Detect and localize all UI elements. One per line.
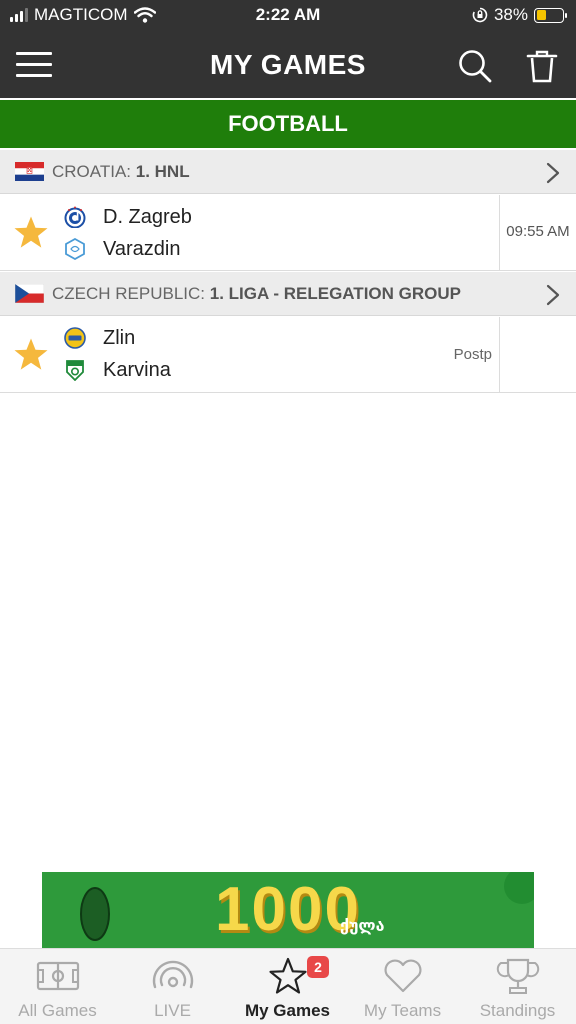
away-team: Varazdin [64, 236, 180, 262]
karvina-logo-icon [66, 360, 84, 381]
match-status: Postp [453, 346, 492, 363]
live-broadcast-icon [152, 960, 194, 989]
status-bar: MAGTICOM 2:22 AM 38% [0, 0, 576, 32]
match-row[interactable]: Zlin Karvina Postp [0, 317, 576, 393]
ad-banner[interactable]: 1000 ქულა [42, 872, 534, 948]
ad-subtitle: ქულა [340, 918, 385, 935]
league-name: 1. LIGA - RELEGATION GROUP [209, 284, 461, 303]
ad-amount: 1000 [215, 875, 361, 944]
match-row[interactable]: D. Zagreb Varazdin 09:55 AM [0, 195, 576, 271]
tab-label: My Games [244, 1001, 331, 1020]
app-header: MY GAMES [0, 32, 576, 98]
league-header-czech-republic[interactable]: CZECH REPUBLIC: 1. LIGA - RELEGATION GRO… [0, 272, 576, 316]
star-icon [269, 957, 307, 994]
league-title: CZECH REPUBLIC: 1. LIGA - RELEGATION GRO… [52, 284, 461, 304]
top-bar: MAGTICOM 2:22 AM 38% MY GAMES [0, 0, 576, 98]
tab-my-teams[interactable]: My Teams [345, 949, 460, 1024]
away-team-name: Karvina [103, 358, 171, 381]
czech-flag-icon [15, 284, 44, 303]
away-team: Karvina [64, 357, 171, 383]
trophy-icon [496, 958, 540, 994]
favorite-star-icon[interactable] [13, 337, 49, 373]
dinamo-zagreb-logo-icon [64, 206, 86, 228]
away-team-name: Varazdin [103, 237, 181, 260]
status-bar-right: 38% [472, 5, 567, 25]
tab-all-games[interactable]: All Games [0, 949, 115, 1024]
tab-my-games[interactable]: 2 My Games [230, 949, 345, 1024]
battery-icon [534, 7, 567, 23]
heart-icon [384, 959, 422, 993]
tab-live[interactable]: LIVE [115, 949, 230, 1024]
search-icon[interactable] [457, 48, 493, 84]
home-team: Zlin [64, 325, 135, 351]
match-time: 09:55 AM [506, 223, 570, 240]
league-title: CROATIA: 1. HNL [52, 162, 190, 182]
chevron-right-icon [546, 284, 560, 306]
tab-standings[interactable]: Standings [460, 949, 575, 1024]
league-name: 1. HNL [135, 162, 190, 181]
zlin-logo-icon [64, 327, 86, 349]
trash-icon[interactable] [524, 48, 560, 84]
decoration-orb-icon [504, 872, 534, 904]
league-country: CROATIA: [52, 162, 136, 181]
tab-label: All Games [18, 1001, 97, 1020]
home-team-name: Zlin [103, 326, 136, 349]
orientation-lock-icon [472, 7, 488, 23]
tab-label: Standings [479, 1001, 556, 1020]
croatia-flag-icon [15, 162, 44, 181]
field-icon [36, 961, 80, 991]
favorite-star-icon[interactable] [13, 215, 49, 251]
varazdin-logo-icon [65, 238, 85, 260]
home-team: D. Zagreb [64, 204, 192, 230]
battery-percent: 38% [493, 5, 528, 24]
tab-label: LIVE [154, 1001, 191, 1020]
league-header-croatia[interactable]: CROATIA: 1. HNL [0, 150, 576, 194]
league-country: CZECH REPUBLIC: [52, 284, 210, 303]
chevron-right-icon [546, 162, 560, 184]
home-team-name: D. Zagreb [103, 205, 192, 228]
bottom-tab-bar: All Games LIVE 2 My Games My Teams Stand… [0, 948, 576, 1024]
column-divider [499, 317, 500, 393]
hamburger-menu-icon[interactable] [16, 52, 52, 78]
tab-label: My Teams [363, 1001, 442, 1020]
notification-badge: 2 [307, 956, 329, 978]
sport-section-header: FOOTBALL [0, 100, 576, 148]
